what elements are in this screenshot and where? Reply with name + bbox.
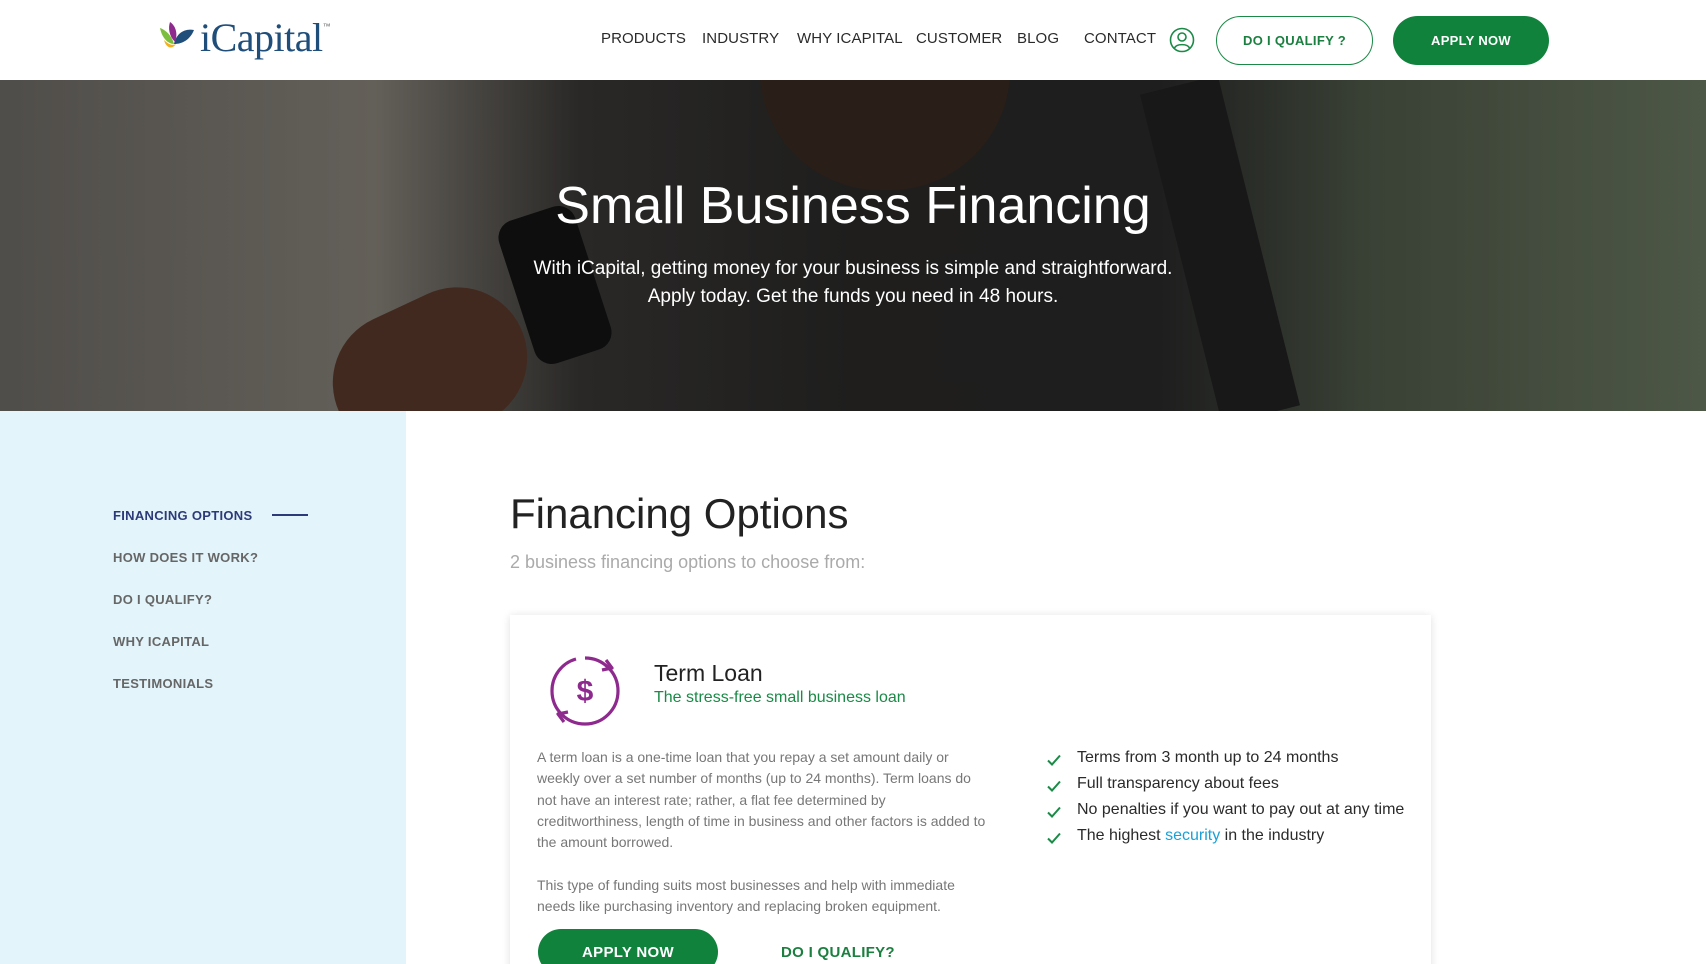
feature-text: Terms from 3 month up to 24 months <box>1077 749 1339 766</box>
site-header: iCapital ™ PRODUCTS INDUSTRY WHY ICAPITA… <box>0 0 1706 80</box>
card-tagline: The stress-free small business loan <box>654 689 906 706</box>
nav-contact[interactable]: CONTACT <box>1084 30 1156 47</box>
hero-title: Small Business Financing <box>555 177 1151 235</box>
svg-text:$: $ <box>577 675 594 708</box>
nav-blog[interactable]: BLOG <box>1017 30 1059 47</box>
do-i-qualify-button[interactable]: DO I QUALIFY ? <box>1216 16 1373 65</box>
apply-now-button[interactable]: APPLY NOW <box>1393 16 1549 65</box>
sidebar-item-why-icapital[interactable]: WHY ICAPITAL <box>113 634 209 649</box>
card-title: Term Loan <box>654 660 763 686</box>
hero-overlay <box>0 80 1706 411</box>
feature-item: No penalties if you want to pay out at a… <box>1046 797 1404 823</box>
user-account-icon[interactable] <box>1169 27 1195 53</box>
card-do-i-qualify-link[interactable]: DO I QUALIFY? <box>781 944 895 961</box>
check-icon <box>1047 832 1061 844</box>
term-loan-card: $ Term Loan The stress-free small busine… <box>510 615 1431 964</box>
leaf-logo-icon <box>160 22 194 48</box>
check-icon <box>1047 806 1061 818</box>
feature-item: Full transparency about fees <box>1046 771 1404 797</box>
brand-logo[interactable]: iCapital ™ <box>156 18 331 58</box>
feature-text-post: in the industry <box>1220 827 1325 844</box>
sidebar-item-testimonials[interactable]: TESTIMONIALS <box>113 676 213 691</box>
nav-customer[interactable]: CUSTOMER <box>916 30 1002 47</box>
sidebar-item-financing-options[interactable]: FINANCING OPTIONS <box>113 508 252 523</box>
nav-why-icapital[interactable]: WHY ICAPITAL <box>797 30 903 47</box>
check-icon <box>1047 780 1061 792</box>
section-title: Financing Options <box>510 490 849 537</box>
feature-item: The highest security in the industry <box>1046 823 1404 849</box>
nav-products[interactable]: PRODUCTS <box>601 30 686 47</box>
hero-subtitle: With iCapital, getting money for your bu… <box>0 255 1706 311</box>
feature-text: Full transparency about fees <box>1077 775 1279 792</box>
trademark-symbol: ™ <box>322 22 331 31</box>
card-description: A term loan is a one-time loan that you … <box>537 749 986 851</box>
hero-subtitle-line-1: With iCapital, getting money for your bu… <box>533 258 1173 279</box>
card-apply-now-button[interactable]: APPLY NOW <box>538 929 718 964</box>
security-link[interactable]: security <box>1165 827 1220 844</box>
nav-industry[interactable]: INDUSTRY <box>702 30 779 47</box>
feature-text: The highest security in the industry <box>1077 827 1324 845</box>
dollar-cycle-icon: $ <box>550 656 620 726</box>
sidebar-active-indicator <box>272 514 308 516</box>
feature-text-pre: The highest <box>1077 827 1166 844</box>
sidebar-item-how-does-it-work[interactable]: HOW DOES IT WORK? <box>113 550 258 565</box>
feature-list: Terms from 3 month up to 24 months Full … <box>1046 745 1404 849</box>
sidebar-item-do-i-qualify[interactable]: DO I QUALIFY? <box>113 592 212 607</box>
brand-name: iCapital <box>200 15 323 60</box>
feature-text: No penalties if you want to pay out at a… <box>1077 801 1405 818</box>
section-subtitle: 2 business financing options to choose f… <box>510 552 866 572</box>
card-description-secondary: This type of funding suits most business… <box>537 877 955 915</box>
hero-subtitle-line-2: Apply today. Get the funds you need in 4… <box>647 286 1059 307</box>
feature-item: Terms from 3 month up to 24 months <box>1046 745 1404 771</box>
hero-banner: Small Business Financing With iCapital, … <box>0 80 1706 411</box>
check-icon <box>1047 754 1061 766</box>
